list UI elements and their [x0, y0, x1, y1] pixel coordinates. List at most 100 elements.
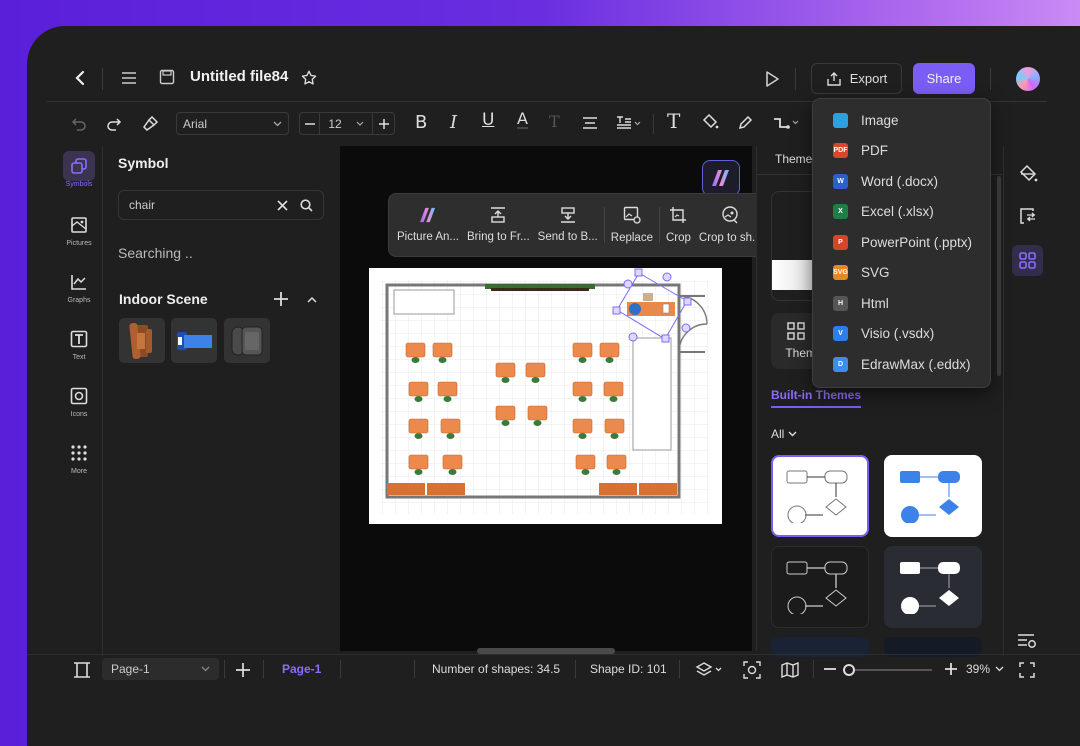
classroom-floor-plan[interactable]: [369, 268, 722, 524]
export-menu-item[interactable]: D EdrawMax (.eddx): [813, 349, 990, 380]
theme-panel-scrollbar[interactable]: [997, 176, 1001, 376]
text-strikethrough-icon[interactable]: T: [549, 112, 560, 131]
chevron-down-icon: [273, 121, 282, 127]
bold-icon[interactable]: B: [415, 112, 427, 133]
map-navigator-icon[interactable]: [779, 660, 801, 680]
rail-item-pictures[interactable]: Pictures: [55, 210, 103, 247]
ai-logo-icon: [712, 170, 729, 186]
favorite-star-icon[interactable]: [299, 68, 319, 88]
export-menu-item[interactable]: X Excel (.xlsx): [813, 197, 990, 228]
export-menu-item[interactable]: W Word (.docx): [813, 166, 990, 197]
add-library-icon[interactable]: [273, 291, 289, 307]
zoom-in-icon[interactable]: [944, 662, 958, 676]
send-to-back-button[interactable]: Send to B...: [534, 207, 602, 243]
panel-settings-icon[interactable]: [1015, 631, 1039, 651]
collapse-chevron-up-icon[interactable]: [305, 293, 319, 305]
font-family-select[interactable]: Arial: [176, 112, 289, 135]
theme-tab[interactable]: Theme: [775, 152, 812, 166]
symbol-blue-lounge-chair[interactable]: [171, 318, 217, 363]
underline-icon[interactable]: U: [482, 110, 494, 130]
symbol-search-input[interactable]: chair: [118, 190, 324, 220]
export-menu-item[interactable]: Image: [813, 105, 990, 136]
label: Crop to sh...: [698, 232, 762, 244]
crop-button[interactable]: Crop: [662, 206, 695, 244]
export-menu-label: Word (.docx): [861, 173, 939, 189]
rail-item-graphs[interactable]: Graphs: [55, 267, 103, 304]
connector-icon[interactable]: [771, 113, 803, 133]
redo-icon[interactable]: [104, 114, 124, 134]
export-button[interactable]: Export: [811, 63, 902, 94]
divider: [795, 68, 796, 90]
document-title[interactable]: Untitled file84: [190, 68, 288, 85]
format-painter-icon[interactable]: [139, 113, 161, 135]
menu-icon[interactable]: [120, 69, 138, 87]
text-spacing-icon[interactable]: [614, 114, 644, 132]
font-color-icon[interactable]: A: [517, 111, 528, 129]
rail-item-more[interactable]: More: [55, 438, 103, 475]
flowchart-thumbnail-icon: [786, 470, 848, 523]
page-layout-icon[interactable]: [72, 661, 92, 679]
export-format-icon: SVG: [833, 265, 848, 281]
export-menu-item[interactable]: PDF PDF: [813, 136, 990, 167]
symbol-gray-armchair[interactable]: [224, 318, 270, 363]
zoom-level-select[interactable]: 39%: [966, 662, 1004, 676]
align-icon[interactable]: [580, 114, 600, 132]
picture-ai-button[interactable]: Picture An...: [393, 207, 463, 243]
save-icon[interactable]: [158, 68, 176, 86]
font-size-stepper[interactable]: 12: [299, 112, 395, 135]
theme-filter-dropdown[interactable]: All: [771, 427, 797, 441]
ai-assistant-button[interactable]: [702, 160, 740, 196]
focus-mode-icon[interactable]: [741, 660, 763, 680]
export-menu-item[interactable]: SVG SVG: [813, 258, 990, 289]
clear-search-icon[interactable]: [277, 199, 288, 211]
share-button[interactable]: Share: [913, 63, 975, 94]
export-menu-item[interactable]: V Visio (.vsdx): [813, 319, 990, 350]
font-size-value-wrapper[interactable]: 12: [320, 113, 372, 134]
export-format-icon: PDF: [833, 143, 848, 159]
pen-icon[interactable]: [734, 113, 756, 133]
font-size-value: 12: [328, 116, 342, 131]
theme-card-outline-light[interactable]: [771, 455, 869, 537]
fill-bucket-icon[interactable]: [699, 112, 721, 132]
italic-icon[interactable]: I: [450, 112, 457, 133]
zoom-out-icon[interactable]: [823, 662, 837, 676]
fill-style-icon[interactable]: [1014, 160, 1042, 188]
increase-font-size-button[interactable]: [372, 113, 394, 134]
rail-item-symbols[interactable]: Symbols: [55, 151, 103, 188]
theme-grid-active-icon[interactable]: [1012, 245, 1043, 276]
app-window: Untitled file84 Export Share Arial 12 B: [27, 26, 1080, 746]
theme-grid-icon: [787, 322, 805, 340]
crop-to-shape-button[interactable]: Crop to sh...: [695, 206, 766, 244]
zoom-slider-track[interactable]: [849, 669, 932, 671]
text-tool-icon[interactable]: T: [667, 109, 680, 133]
export-upload-icon: [826, 71, 842, 87]
export-menu-item[interactable]: H Html: [813, 288, 990, 319]
decrease-font-size-button[interactable]: [300, 113, 320, 134]
rail-item-text[interactable]: Text: [55, 324, 103, 361]
rail-item-icons[interactable]: Icons: [55, 381, 103, 418]
add-page-icon[interactable]: [234, 661, 252, 679]
theme-card-outline-dark[interactable]: [771, 546, 869, 628]
page-format-icon[interactable]: [1014, 202, 1042, 230]
user-avatar[interactable]: [1016, 67, 1040, 91]
flowchart-thumbnail-icon: [900, 562, 960, 614]
image-context-toolbar: Picture An... Bring to Fr... Send to B..…: [388, 193, 808, 257]
crop-icon: [670, 207, 687, 223]
replace-image-button[interactable]: Replace: [607, 206, 657, 244]
theme-card-blue[interactable]: [884, 455, 982, 537]
back-icon[interactable]: [71, 68, 89, 88]
play-presentation-icon[interactable]: [762, 68, 782, 90]
built-in-themes-tab[interactable]: Built-in Themes: [771, 388, 862, 408]
symbol-brown-armchair[interactable]: [119, 318, 165, 363]
bring-to-front-button[interactable]: Bring to Fr...: [463, 207, 534, 243]
theme-card-filled-dark[interactable]: [884, 546, 982, 628]
fullscreen-icon[interactable]: [1017, 660, 1037, 680]
label: Replace: [610, 232, 653, 244]
crop-to-shape-icon: [722, 206, 738, 224]
undo-icon[interactable]: [69, 114, 89, 134]
export-menu-item[interactable]: P PowerPoint (.pptx): [813, 227, 990, 258]
page-select[interactable]: Page-1: [102, 658, 219, 680]
page-tab-active[interactable]: Page-1: [282, 662, 321, 676]
layers-icon[interactable]: [694, 660, 726, 680]
search-icon[interactable]: [300, 198, 313, 212]
